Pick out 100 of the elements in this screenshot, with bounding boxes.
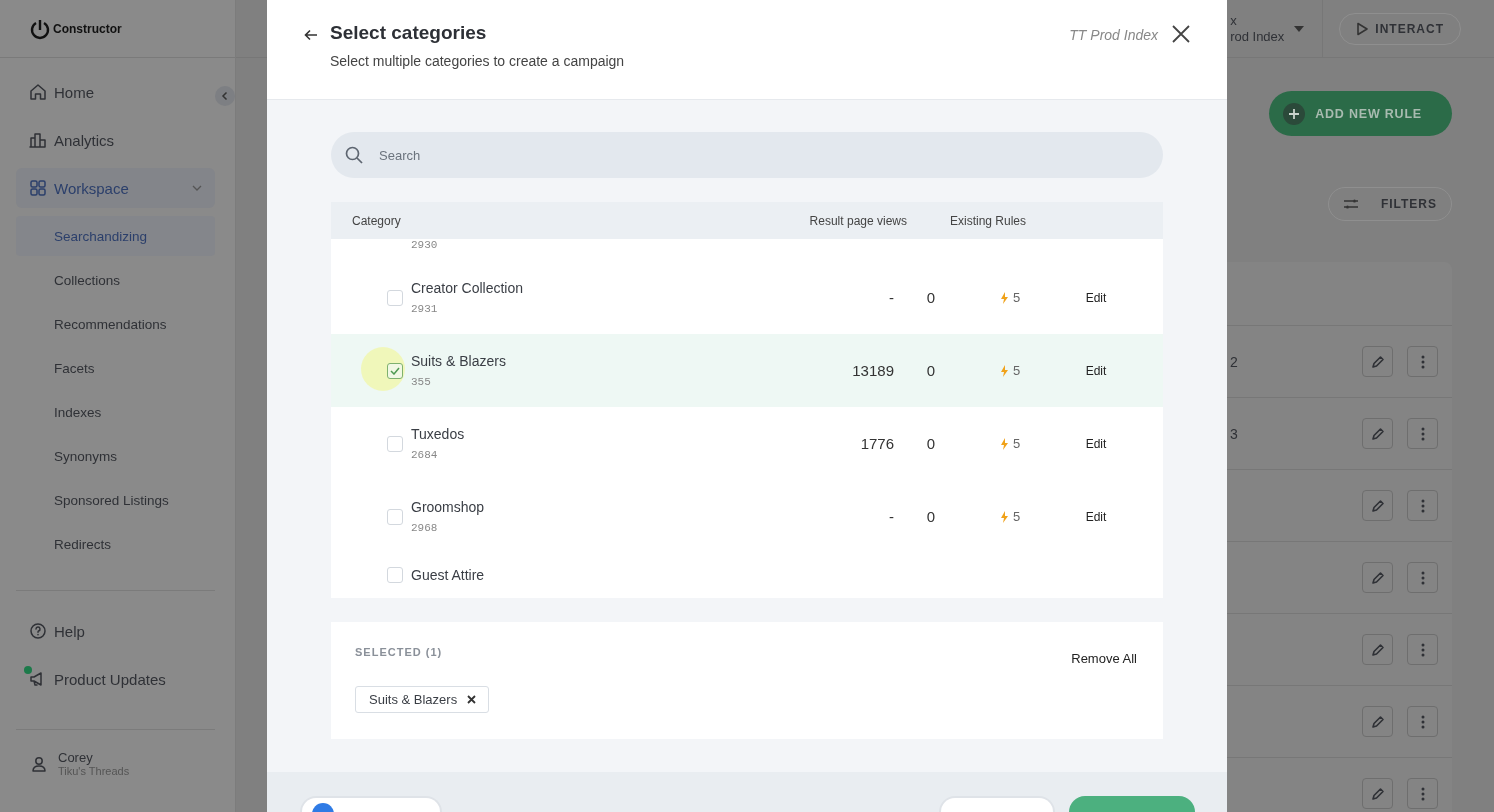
remove-chip-button[interactable] (467, 695, 477, 704)
nav-subitem[interactable]: Redirects (16, 524, 215, 564)
table-cell-text: 0 (925, 508, 937, 525)
bar-chart-icon (28, 130, 48, 150)
rules-count: 5 (973, 363, 1043, 378)
edit-button[interactable] (1362, 418, 1393, 449)
rules-count: 5 (973, 436, 1043, 451)
nav-subitem[interactable]: Synonyms (16, 436, 215, 476)
person-icon (30, 754, 48, 773)
edit-button[interactable] (1362, 346, 1393, 377)
user-name: Corey (58, 750, 94, 765)
nav-subitem[interactable]: Recommendations (16, 304, 215, 344)
edit-button[interactable] (1362, 634, 1393, 665)
add-rule-button[interactable]: ADD NEW RULE (1269, 91, 1452, 136)
nav-subitem[interactable]: Facets (16, 348, 215, 388)
power-icon (30, 17, 50, 40)
selected-chip: Suits & Blazers (355, 686, 490, 713)
pencil-icon (1370, 714, 1385, 729)
nav-item[interactable]: Analytics (16, 120, 215, 160)
edit-link[interactable]: Edit (1085, 363, 1107, 378)
home-icon (28, 82, 48, 102)
nav-item[interactable]: Workspace (16, 168, 215, 208)
secondary-button[interactable] (939, 796, 1055, 812)
edit-button[interactable] (1362, 562, 1393, 593)
bolt-icon (1001, 291, 1008, 304)
back-button[interactable] (304, 29, 318, 41)
table-cell-text: 0 (925, 362, 937, 379)
more-icon (1420, 642, 1425, 657)
more-button[interactable] (1407, 778, 1438, 809)
more-button[interactable] (1407, 706, 1438, 737)
pencil-icon (1370, 426, 1385, 441)
category-id: 2968 (411, 522, 439, 534)
collapse-button[interactable] (215, 86, 235, 106)
table-cell-text: 0 (925, 289, 937, 306)
category-name: Tuxedos (411, 426, 466, 442)
edit-link[interactable]: Edit (1085, 436, 1107, 451)
edit-button[interactable] (1362, 706, 1393, 737)
remove-all-link[interactable]: Remove All (1071, 651, 1137, 666)
rules-count: 5 (973, 509, 1043, 524)
checkbox[interactable] (387, 289, 403, 306)
search-field[interactable]: Search (331, 132, 1163, 178)
edit-button[interactable] (1362, 778, 1393, 809)
table-cell-text: 1776 (859, 435, 895, 452)
edit-link[interactable]: Edit (1085, 290, 1107, 305)
category-id: 355 (411, 376, 432, 388)
column-header: Result page views (808, 213, 907, 228)
table-cell-text: 0 (925, 435, 937, 452)
more-button[interactable] (1407, 346, 1438, 377)
close-button[interactable] (1172, 25, 1190, 43)
edit-button[interactable] (1362, 490, 1393, 521)
nav-subitem[interactable]: Sponsored Listings (16, 480, 215, 520)
section-title: SELECTED (1) (355, 646, 443, 658)
more-icon (1420, 426, 1425, 441)
rules-count: 5 (973, 290, 1043, 305)
nav-item[interactable]: Help (16, 611, 215, 651)
grid-icon (28, 178, 48, 198)
bolt-icon (1001, 364, 1008, 377)
checkbox[interactable] (387, 567, 403, 583)
category-id: 2684 (411, 449, 439, 461)
pencil-icon (1370, 498, 1385, 513)
pencil-icon (1370, 786, 1385, 801)
table-cell-text: 3 (1229, 425, 1239, 442)
bolt-icon (1001, 510, 1008, 523)
edit-link[interactable]: Edit (1085, 509, 1107, 524)
more-icon (1420, 570, 1425, 585)
index-name: TT Prod Index (1069, 27, 1158, 43)
checkbox[interactable] (387, 435, 403, 452)
nav-subitem[interactable]: Searchandizing (16, 216, 215, 256)
table-cell-text: - (888, 289, 895, 306)
checkbox[interactable] (387, 508, 403, 525)
chevron-left-icon (220, 91, 230, 101)
confirm-button[interactable] (1069, 796, 1195, 812)
checkbox[interactable] (387, 362, 403, 379)
nav-item[interactable]: Home (16, 72, 215, 112)
table-cell-text: 13189 (851, 362, 895, 379)
category-name: Groomshop (411, 499, 486, 515)
nav-subitem[interactable]: Indexes (16, 392, 215, 432)
more-button[interactable] (1407, 562, 1438, 593)
dialog-title: Select categories (330, 22, 488, 44)
table-row-highlight[interactable]: Suits & Blazers 355 13189 0 5 Edit (331, 334, 1163, 407)
plus-icon (1283, 102, 1306, 125)
close-icon (467, 695, 477, 704)
category-name: Creator Collection (411, 280, 525, 296)
more-icon (1420, 786, 1425, 801)
more-button[interactable] (1407, 634, 1438, 665)
more-button[interactable] (1407, 490, 1438, 521)
dialog-subtitle: Select multiple categories to create a campaign (330, 53, 626, 69)
close-icon (1172, 25, 1190, 43)
nav-item[interactable]: Product Updates (16, 659, 215, 699)
column-header: Category (351, 213, 402, 228)
category-name: Suits & Blazers (411, 353, 507, 369)
more-button[interactable] (1407, 418, 1438, 449)
table-cell-text: - (888, 508, 895, 525)
nav-subitem[interactable]: Collections (16, 260, 215, 300)
toggle-switch[interactable] (300, 796, 442, 812)
help-icon (28, 621, 48, 641)
index-selector[interactable]: x rod Index (1230, 0, 1324, 58)
pencil-icon (1370, 354, 1385, 369)
check-icon (390, 366, 400, 375)
pencil-icon (1370, 570, 1385, 585)
